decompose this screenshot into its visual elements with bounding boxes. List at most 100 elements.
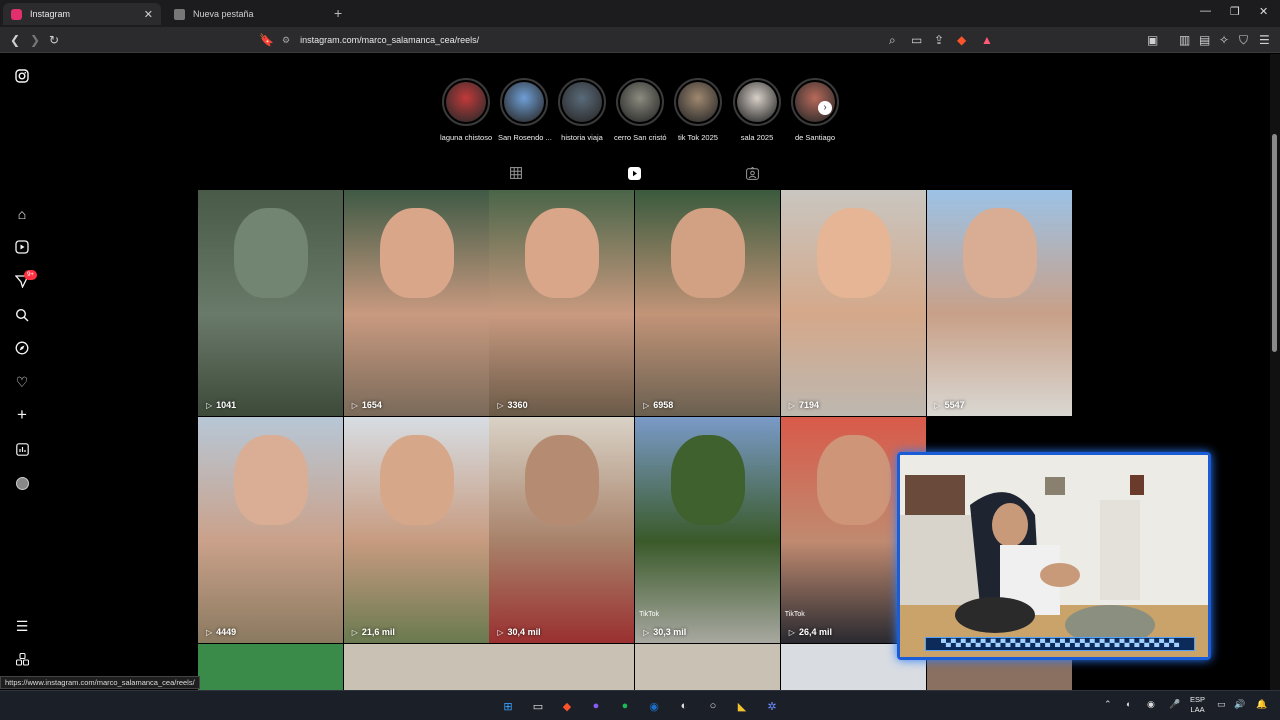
zoom-icon[interactable]: ⌕ (889, 32, 896, 48)
taskbar-app-settings-icon[interactable]: ✲ (762, 696, 782, 716)
highlight-item[interactable]: laguna chistoso (440, 78, 492, 142)
split-view-icon[interactable]: ▥ (1179, 32, 1190, 48)
vpn-icon[interactable]: ⛉ (1239, 32, 1248, 48)
search-icon[interactable] (13, 306, 31, 324)
highlight-item[interactable]: cerro San cristó (614, 78, 667, 142)
brave-rewards-icon[interactable]: ▲ (981, 32, 993, 48)
notifications-heart-icon[interactable]: ♡ (13, 373, 31, 391)
reel-view-count: ▷ 21,6 mil (352, 627, 395, 637)
reel-thumbnail[interactable]: ▷ 6958 (635, 190, 781, 416)
menu-icon[interactable]: ☰ (1259, 32, 1270, 48)
reel-thumbnail[interactable] (198, 644, 343, 690)
brave-shields-icon[interactable]: ◆ (957, 32, 966, 48)
taskbar-app-g-icon[interactable]: ◐ (674, 696, 694, 716)
home-icon[interactable]: ⌂ (13, 205, 31, 223)
cast-icon[interactable]: ▭ (911, 32, 922, 48)
minimize-icon[interactable]: — (1200, 5, 1211, 17)
reel-thumbnail[interactable]: ▷ 3360 (489, 190, 635, 416)
tray-steam-icon[interactable]: ◉ (1147, 699, 1155, 710)
site-info-icon[interactable]: ⚙ (282, 35, 290, 46)
reel-thumbnail[interactable] (343, 644, 489, 690)
notification-bell-icon[interactable]: 🔔 (1256, 699, 1267, 710)
network-icon[interactable]: ▭ (1217, 699, 1226, 710)
taskbar-steam-icon[interactable]: ◉ (644, 696, 664, 716)
taskbar-file-explorer-icon[interactable]: ▭ (528, 696, 548, 716)
play-views-icon: ▷ (643, 627, 650, 637)
more-menu-icon[interactable]: ☰ (13, 617, 31, 635)
shield-favicon-icon (174, 8, 185, 20)
explore-icon[interactable] (13, 339, 31, 357)
close-tab-icon[interactable]: ✕ (144, 8, 153, 21)
reel-thumbnail[interactable] (489, 644, 635, 690)
reel-view-count: ▷ 4449 (206, 627, 236, 637)
close-window-icon[interactable]: ✕ (1259, 5, 1268, 18)
highlights-next-button[interactable]: › (818, 101, 832, 115)
highlight-item[interactable]: tik Tok 2025 (672, 78, 724, 142)
browser-tab-bar: Instagram ✕ Nueva pestaña + — ❐ ✕ (0, 0, 1280, 27)
reel-view-count: ▷ 5547 (935, 400, 965, 410)
play-views-icon: ▷ (206, 400, 213, 410)
reel-thumbnail[interactable]: ▷ 21,6 mil (343, 417, 489, 643)
leo-ai-icon[interactable]: ✧ (1219, 32, 1229, 48)
taskbar-app-yellow-icon[interactable]: ◣ (732, 696, 752, 716)
tab-reels[interactable] (628, 167, 641, 183)
highlight-cover (620, 82, 660, 122)
url-text: instagram.com/marco_salamanca_cea/reels/ (300, 35, 480, 45)
profile-avatar-icon[interactable] (13, 474, 31, 492)
taskbar-brave-icon[interactable]: ◆ (557, 696, 577, 716)
tab-instagram[interactable]: Instagram ✕ (3, 3, 161, 25)
sidebar-toggle-icon[interactable]: ▣ (1147, 32, 1158, 48)
reel-view-count: ▷ 30,4 mil (497, 627, 540, 637)
instagram-logo-icon[interactable] (13, 67, 31, 85)
new-tab-button[interactable]: + (334, 5, 342, 21)
highlight-item[interactable]: sala 2025 (731, 78, 783, 142)
dashboard-icon[interactable] (13, 440, 31, 458)
taskbar-spotify-icon[interactable]: ● (615, 696, 635, 716)
share-icon[interactable]: ⇪ (934, 32, 944, 48)
highlight-item[interactable]: historia viaja (556, 78, 608, 142)
highlight-item[interactable]: de Santiago (789, 78, 841, 142)
forward-icon[interactable]: ❯ (30, 32, 40, 48)
play-views-icon: ▷ (643, 400, 650, 410)
play-views-icon: ▷ (351, 627, 358, 637)
reel-view-count: ▷ 6958 (643, 400, 673, 410)
bookmark-icon[interactable]: 🔖 (259, 32, 274, 48)
reel-thumbnail[interactable]: TikTok ▷ 30,3 mil (635, 417, 781, 643)
volume-icon[interactable]: 🔊 (1234, 699, 1245, 710)
reel-thumbnail[interactable]: ▷ 7194 (780, 190, 926, 416)
tab-posts[interactable] (510, 167, 522, 182)
tiktok-watermark: TikTok (639, 611, 660, 618)
reel-view-count: ▷ 1041 (206, 400, 236, 410)
reels-icon[interactable] (13, 238, 31, 256)
maximize-icon[interactable]: ❐ (1230, 5, 1240, 18)
taskbar-start-icon[interactable]: ⊞ (498, 696, 518, 716)
taskbar-app-purple-icon[interactable]: ● (586, 696, 606, 716)
tab-new-tab[interactable]: Nueva pestaña (166, 3, 326, 25)
reel-thumbnail[interactable] (635, 644, 781, 690)
also-from-meta-icon[interactable] (13, 650, 31, 668)
reel-thumbnail[interactable]: ▷ 30,4 mil (489, 417, 635, 643)
highlight-cover (504, 82, 544, 122)
back-icon[interactable]: ❮ (10, 32, 20, 48)
tab-tagged[interactable] (746, 166, 759, 183)
reel-thumbnail[interactable]: ▷ 1041 (198, 190, 343, 416)
highlight-item[interactable]: San Rosendo ... (498, 78, 552, 142)
language-indicator[interactable]: ESP LAA (1190, 695, 1205, 715)
play-views-icon: ▷ (497, 400, 504, 410)
tray-app-icon[interactable]: ◐ (1126, 699, 1131, 709)
wallet-icon[interactable]: ▤ (1199, 32, 1210, 48)
page-scrollbar-thumb[interactable] (1272, 134, 1277, 352)
tray-overflow-icon[interactable]: ⌃ (1104, 699, 1112, 710)
views-text: 4449 (216, 627, 237, 637)
views-text: 5547 (944, 400, 965, 410)
streamer-webcam-overlay (897, 452, 1211, 660)
taskbar-app-opera-icon[interactable]: ○ (703, 696, 723, 716)
reload-icon[interactable]: ↻ (49, 32, 59, 48)
address-bar[interactable]: ⚙ instagram.com/marco_salamanca_cea/reel… (282, 31, 882, 49)
microphone-icon[interactable]: 🎤 (1169, 699, 1180, 710)
highlight-label: laguna chistoso (440, 133, 493, 142)
reel-thumbnail[interactable]: ▷ 5547 (926, 190, 1072, 416)
reel-thumbnail[interactable]: ▷ 4449 (198, 417, 343, 643)
create-icon[interactable]: + (13, 405, 31, 424)
reel-thumbnail[interactable]: ▷ 1654 (343, 190, 489, 416)
